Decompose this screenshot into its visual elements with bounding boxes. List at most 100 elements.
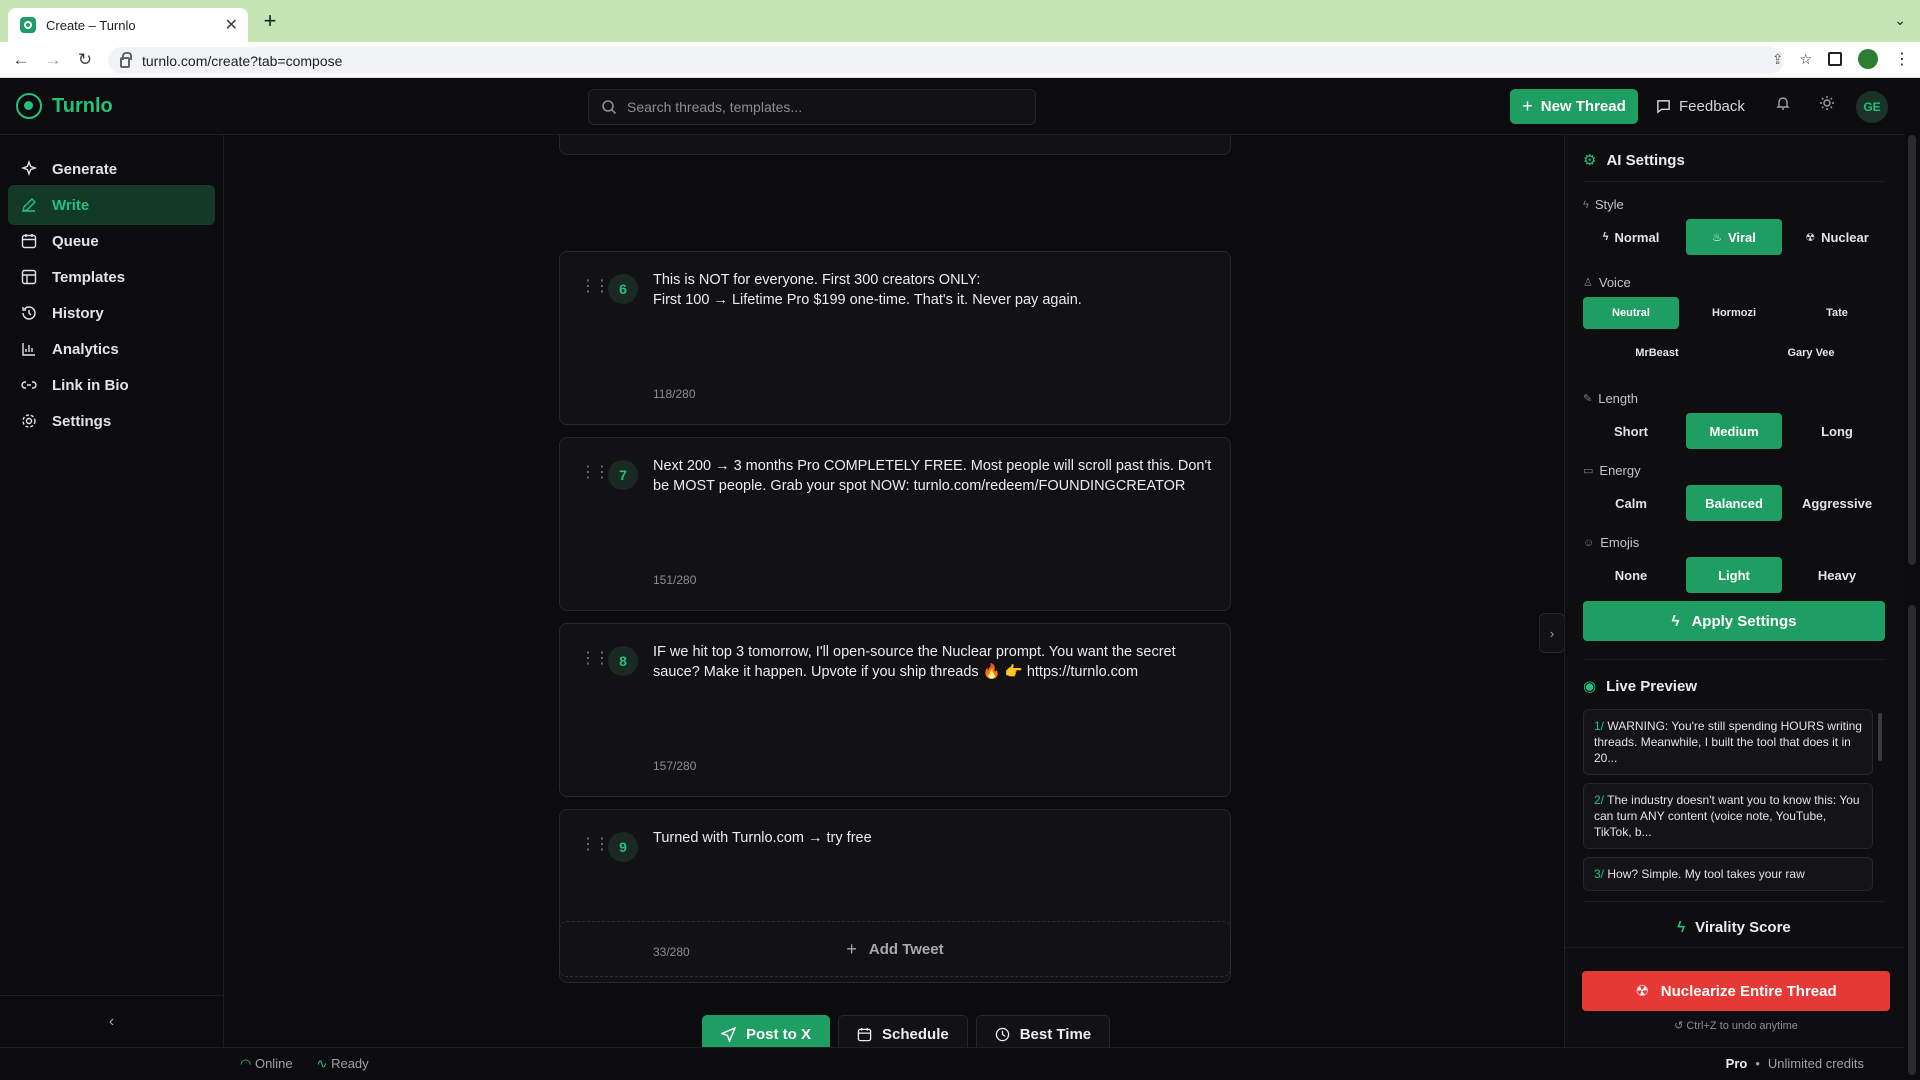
option-label: None (1614, 567, 1648, 583)
style-nuclear-option[interactable]: ☢ Nuclear (1789, 219, 1885, 255)
nuclearize-thread-button[interactable]: ☢ Nuclearize Entire Thread (1582, 971, 1890, 1011)
collapse-sidebar-button[interactable]: ‹ (0, 995, 223, 1047)
preview-scrollbar[interactable] (1878, 713, 1882, 761)
scrollbar-thumb[interactable] (1908, 605, 1916, 1075)
apply-settings-label: Apply Settings (1691, 612, 1797, 630)
search-icon (602, 100, 617, 115)
option-label: Balanced (1705, 495, 1763, 511)
feedback-button[interactable]: Feedback (1656, 89, 1745, 124)
sidebar-item-label: Link in Bio (52, 376, 129, 394)
side-panel-icon[interactable] (1828, 52, 1842, 66)
radiation-icon: ☢ (1805, 231, 1816, 244)
expand-panel-button[interactable]: › (1539, 613, 1564, 653)
style-viral-option[interactable]: ♨ Viral (1686, 219, 1782, 255)
tweet-text[interactable]: Next 200 → 3 months Pro COMPLETELY FREE.… (653, 456, 1213, 496)
length-medium-option[interactable]: Medium (1686, 413, 1782, 449)
best-time-button[interactable]: Best Time (975, 1015, 1111, 1047)
sidebar-item-templates[interactable]: Templates (8, 257, 215, 297)
tweet-card[interactable]: ⋮⋮ 6 This is NOT for everyone. First 300… (559, 251, 1231, 425)
user-avatar[interactable]: GE (1856, 91, 1888, 123)
share-icon[interactable]: ⇪ (1772, 51, 1784, 68)
sidebar-item-settings[interactable]: Settings (8, 401, 215, 441)
voice-mrbeast-option[interactable]: MrBeast (1583, 337, 1731, 369)
plus-icon: + (1522, 96, 1533, 116)
browser-tab[interactable]: Create – Turnlo ✕ (8, 8, 248, 42)
energy-calm-option[interactable]: Calm (1583, 485, 1679, 521)
scrollbar-thumb[interactable] (1908, 135, 1916, 565)
sun-theme-icon[interactable] (1816, 95, 1838, 117)
tweet-text[interactable]: This is NOT for everyone. First 300 crea… (653, 270, 1213, 310)
energy-aggressive-option[interactable]: Aggressive (1789, 485, 1885, 521)
option-label: Heavy (1817, 567, 1857, 583)
wifi-icon: ◠ (240, 1056, 252, 1071)
eye-icon: ◉ (1583, 678, 1597, 695)
voice-tate-option[interactable]: Tate (1789, 297, 1885, 329)
option-label: Aggressive (1801, 495, 1873, 511)
back-arrow-icon[interactable]: ← (10, 49, 32, 71)
voice-garyvee-option[interactable]: Gary Vee (1737, 337, 1885, 369)
new-tab-icon[interactable]: + (258, 10, 282, 34)
search-input[interactable] (627, 99, 1007, 115)
new-thread-button[interactable]: + New Thread (1510, 89, 1638, 124)
tweet-text[interactable]: IF we hit top 3 tomorrow, I'll open-sour… (653, 642, 1213, 682)
sidebar-item-label: History (52, 304, 104, 322)
undo-icon: ↺ (1674, 1020, 1684, 1032)
sidebar-item-write[interactable]: Write (8, 185, 215, 225)
emojis-light-option[interactable]: Light (1686, 557, 1782, 593)
option-label: Nuclear (1821, 229, 1869, 245)
drag-handle-icon[interactable]: ⋮⋮ (580, 834, 610, 854)
browser-toolbar: ← → ↻ turnlo.com/create?tab=compose ⇪ ☆ … (0, 42, 1920, 78)
sidebar-item-label: Write (52, 196, 90, 214)
drag-handle-icon[interactable]: ⋮⋮ (580, 462, 610, 482)
length-label-text: Length (1598, 391, 1638, 406)
tweet-text[interactable]: Turned with Turnlo.com → try free (653, 828, 1213, 848)
browser-menu-icon[interactable]: ⋮ (1894, 49, 1910, 69)
sidebar-item-analytics[interactable]: Analytics (8, 329, 215, 369)
tab-search-chevron-icon[interactable]: ⌄ (1894, 12, 1906, 29)
brand-logo[interactable]: Turnlo (16, 93, 113, 119)
length-long-option[interactable]: Long (1789, 413, 1885, 449)
drag-handle-icon[interactable]: ⋮⋮ (580, 648, 610, 668)
virality-score-header[interactable]: ϟ Virality Score (1583, 919, 1885, 936)
bookmark-star-icon[interactable]: ☆ (1799, 51, 1812, 68)
smile-icon: ☺ (1583, 536, 1595, 549)
reload-icon[interactable]: ↻ (74, 49, 96, 71)
search-box[interactable] (588, 89, 1036, 125)
voice-label-text: Voice (1598, 275, 1631, 290)
tweet-card[interactable]: ⋮⋮ 7 Next 200 → 3 months Pro COMPLETELY … (559, 437, 1231, 611)
forward-arrow-icon[interactable]: → (42, 49, 64, 71)
sidebar-item-generate[interactable]: Generate (8, 149, 215, 189)
profile-avatar-icon[interactable] (1858, 49, 1878, 69)
emojis-heavy-option[interactable]: Heavy (1789, 557, 1885, 593)
voice-neutral-option[interactable]: Neutral (1583, 297, 1679, 329)
voice-hormozi-option[interactable]: Hormozi (1686, 297, 1782, 329)
ai-settings-header: ⚙ AI Settings (1583, 151, 1685, 170)
new-thread-label: New Thread (1540, 98, 1626, 115)
energy-balanced-option[interactable]: Balanced (1686, 485, 1782, 521)
preview-number: 2/ (1594, 793, 1605, 807)
live-preview-list[interactable]: 1/ WARNING: You're still spending HOURS … (1583, 709, 1873, 897)
length-short-option[interactable]: Short (1583, 413, 1679, 449)
address-bar[interactable]: turnlo.com/create?tab=compose (108, 47, 1784, 74)
sidebar-item-queue[interactable]: Queue (8, 221, 215, 261)
bell-icon[interactable] (1772, 95, 1794, 117)
voice-label: ♙ Voice (1583, 275, 1631, 290)
zap-icon: ϟ (1583, 198, 1589, 211)
status-bar: ◠ Online ∿ Ready Pro • Unlimited credits (0, 1047, 1904, 1080)
ready-status: ∿ Ready (317, 1056, 369, 1072)
style-normal-option[interactable]: ϟ Normal (1583, 219, 1679, 255)
post-to-x-button[interactable]: Post to X (702, 1015, 831, 1047)
tweet-card-partial (559, 135, 1231, 155)
schedule-button[interactable]: Schedule (838, 1015, 968, 1047)
page-scrollbar[interactable] (1904, 135, 1920, 1080)
ai-settings-title: AI Settings (1606, 151, 1685, 169)
sidebar-item-history[interactable]: History (8, 293, 215, 333)
emojis-none-option[interactable]: None (1583, 557, 1679, 593)
preview-number: 3/ (1594, 867, 1605, 881)
sidebar-item-link-in-bio[interactable]: Link in Bio (8, 365, 215, 405)
add-tweet-button[interactable]: + Add Tweet (559, 921, 1231, 977)
drag-handle-icon[interactable]: ⋮⋮ (580, 276, 610, 296)
apply-settings-button[interactable]: ϟ Apply Settings (1583, 601, 1885, 641)
close-tab-icon[interactable]: ✕ (225, 15, 238, 35)
tweet-card[interactable]: ⋮⋮ 8 IF we hit top 3 tomorrow, I'll open… (559, 623, 1231, 797)
